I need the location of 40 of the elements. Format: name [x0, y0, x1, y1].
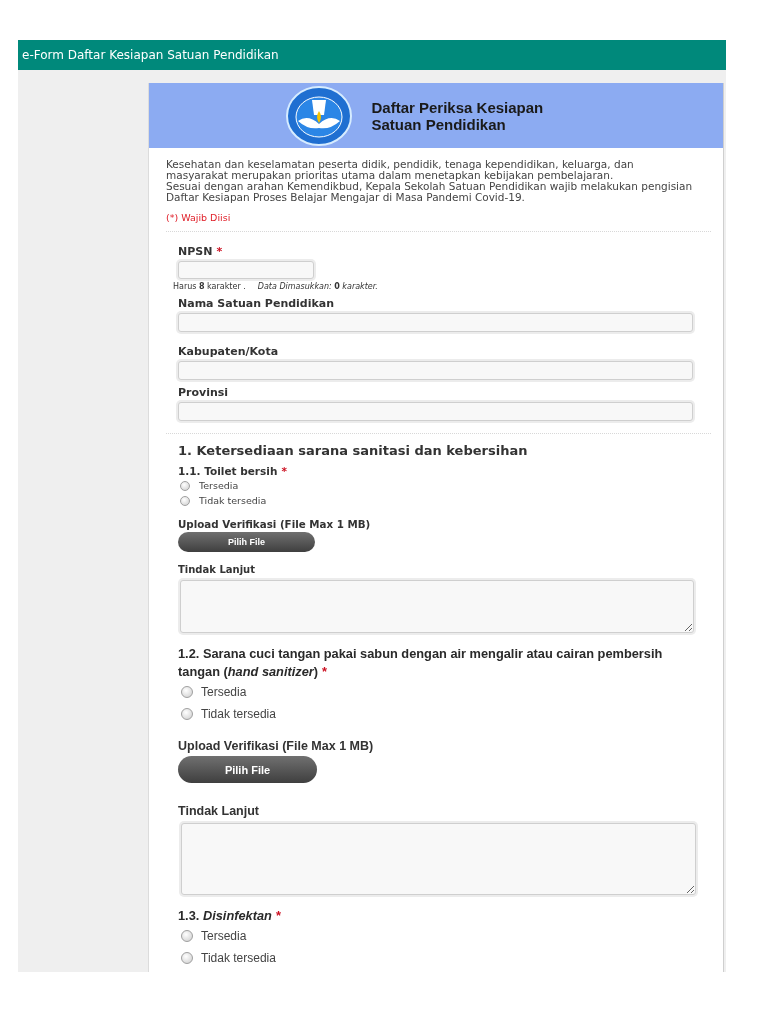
follow-up-label: Tindak Lanjut: [178, 804, 260, 818]
hint-text: Data Dimasukkan: 0 karakter.: [257, 281, 378, 293]
option-label: Tersedia: [201, 929, 247, 943]
intro-paragraph: Kesehatan dan keselamatan peserta didik, pendidik, tenaga kependidikan, keluarga, dan masyarakat merupakan prioritas utama dalam menetapkan kebijakan pembelajaran.: [166, 159, 634, 181]
option-label: Tidak tersedia: [201, 951, 276, 965]
text-input[interactable]: [178, 313, 693, 332]
text-input[interactable]: [178, 261, 314, 279]
choose-file-button[interactable]: Pilih File: [178, 532, 315, 552]
question-label: 1.1. Toilet bersih *: [178, 465, 287, 478]
option-label: Tersedia: [201, 685, 247, 699]
section-heading: 1. Ketersediaan sarana sanitasi dan kebersihan: [178, 442, 528, 459]
option-label: Tidak tersedia: [201, 707, 276, 721]
text-input[interactable]: [178, 361, 693, 380]
emblem-icon: [285, 85, 352, 146]
radio-button[interactable]: [180, 495, 190, 506]
field-label: Nama Satuan Pendidikan: [178, 297, 335, 311]
radio-button[interactable]: [181, 708, 193, 720]
radio-button[interactable]: [181, 930, 193, 942]
hint-text: Harus 8 karakter .: [173, 281, 246, 293]
upload-label: Upload Verifikasi (File Max 1 MB): [178, 739, 374, 753]
option-label: Tersedia: [199, 479, 239, 492]
text-area-field[interactable]: [181, 823, 696, 895]
form-title: Daftar Periksa Kesiapan Satuan Pendidikan: [371, 98, 545, 133]
text-input[interactable]: [178, 402, 693, 421]
question-label: 1.2. Sarana cuci tangan pakai sabun dengan air mengalir atau cairan pembersih tangan (hand sanitizer) *: [178, 645, 664, 681]
field-label: Provinsi: [178, 386, 229, 400]
app-title: e-Form Daftar Kesiapan Satuan Pendidikan: [22, 47, 279, 63]
radio-button[interactable]: [181, 952, 193, 964]
text-area-field[interactable]: [180, 580, 694, 633]
question-label: 1.3. Disinfektan *: [178, 907, 282, 925]
radio-button[interactable]: [181, 686, 193, 698]
follow-up-label: Tindak Lanjut: [178, 564, 255, 575]
choose-file-button[interactable]: Pilih File: [178, 756, 317, 783]
required-note: (*) Wajib Diisi: [166, 212, 231, 224]
field-label: NPSN *: [178, 245, 223, 259]
upload-label: Upload Verifikasi (File Max 1 MB): [178, 518, 371, 530]
field-label: Kabupaten/Kota: [178, 345, 279, 359]
radio-button[interactable]: [180, 480, 190, 491]
intro-paragraph: Sesuai dengan arahan Kemendikbud, Kepala Sekolah Satuan Pendidikan wajib melakukan pengisian Daftar Kesiapan Proses Belajar Mengajar di Masa Pandemi Covid-19.: [166, 181, 694, 203]
option-label: Tidak tersedia: [199, 494, 267, 507]
